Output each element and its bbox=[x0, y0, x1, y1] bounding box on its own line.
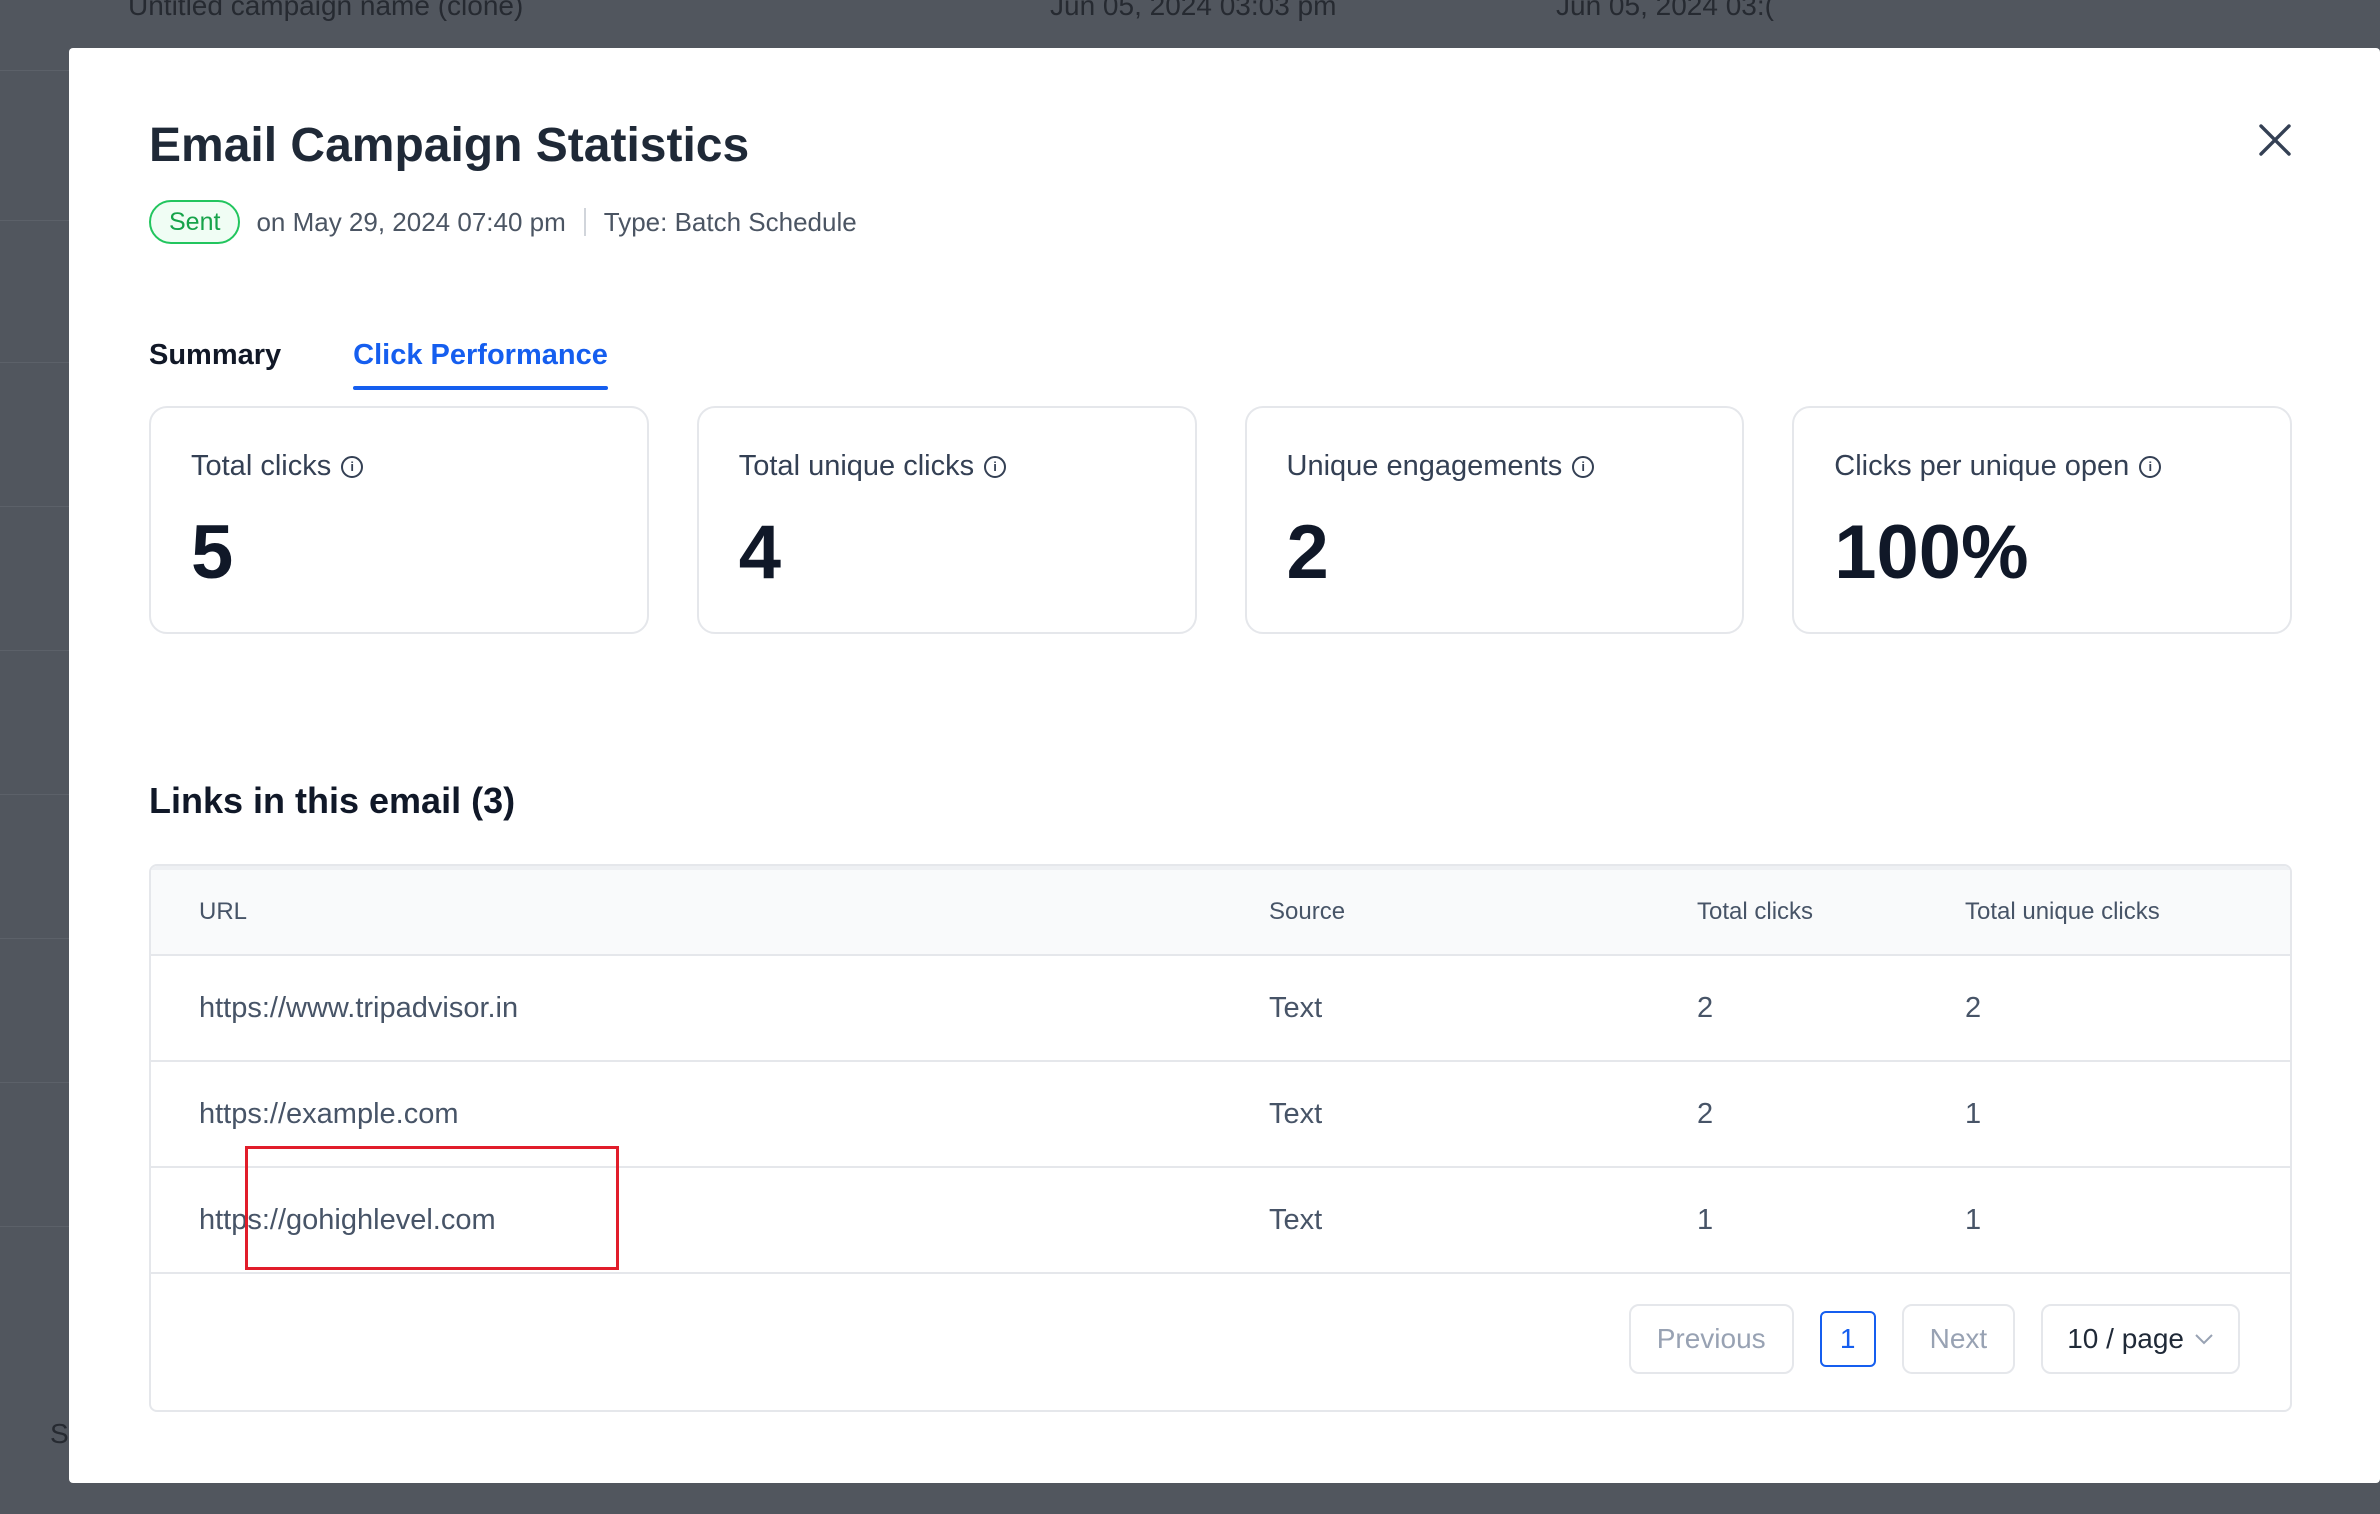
campaign-type: Type: Batch Schedule bbox=[603, 206, 857, 237]
stat-value: 2 bbox=[1286, 510, 1329, 595]
total-clicks-cell: 1 bbox=[1697, 1203, 1714, 1236]
table-row: https://www.tripadvisor.in Text 2 2 bbox=[151, 956, 2290, 1062]
next-page-button[interactable]: Next bbox=[1901, 1304, 2016, 1374]
stat-label-text: Unique engagements bbox=[1286, 450, 1563, 482]
source-cell: Text bbox=[1269, 991, 1323, 1024]
links-heading: Links in this email (3) bbox=[149, 780, 516, 821]
stat-card-total-unique-clicks: Total unique clicks i 4 bbox=[696, 406, 1197, 634]
url-cell[interactable]: https://www.tripadvisor.in bbox=[199, 992, 518, 1025]
bg-campaign-title: Untitled campaign name (clone) bbox=[128, 0, 524, 21]
stat-value: 100% bbox=[1834, 510, 2029, 595]
url-cell[interactable]: https://example.com bbox=[199, 1098, 459, 1131]
info-icon[interactable]: i bbox=[2139, 455, 2162, 478]
tab-bar: Summary Click Performance bbox=[149, 320, 608, 390]
stat-value: 5 bbox=[191, 510, 234, 595]
unique-clicks-cell: 1 bbox=[1965, 1097, 1982, 1130]
page-number-button[interactable]: 1 bbox=[1819, 1311, 1876, 1367]
close-icon bbox=[2259, 124, 2291, 156]
close-button[interactable] bbox=[2247, 112, 2303, 168]
tab-summary[interactable]: Summary bbox=[149, 320, 281, 390]
highlight-annotation bbox=[245, 1146, 619, 1270]
stat-card-unique-engagements: Unique engagements i 2 bbox=[1244, 406, 1745, 634]
links-table: URL Source Total clicks Total unique cli… bbox=[149, 864, 2292, 1412]
stat-card-clicks-per-unique-open: Clicks per unique open i 100% bbox=[1792, 406, 2292, 634]
table-header: URL Source Total clicks Total unique cli… bbox=[151, 866, 2290, 956]
stat-label-text: Total unique clicks bbox=[738, 450, 975, 482]
header-source: Source bbox=[1269, 898, 1346, 925]
modal-title: Email Campaign Statistics bbox=[149, 119, 750, 172]
status-badge: Sent bbox=[149, 200, 241, 244]
stat-label: Clicks per unique open i bbox=[1834, 450, 2250, 483]
chevron-down-icon bbox=[2195, 1334, 2213, 1345]
meta-divider bbox=[583, 208, 586, 236]
total-clicks-cell: 2 bbox=[1697, 991, 1714, 1024]
stat-card-total-clicks: Total clicks i 5 bbox=[149, 406, 649, 634]
stats-cards: Total clicks i 5 Total unique clicks i 4… bbox=[149, 406, 2292, 634]
bg-corner-text: S bbox=[50, 1418, 69, 1449]
campaign-meta: Sent on May 29, 2024 07:40 pm Type: Batc… bbox=[149, 200, 857, 244]
info-icon[interactable]: i bbox=[1572, 455, 1595, 478]
bg-campaign-date-2: Jun 05, 2024 03:( bbox=[1556, 0, 1774, 21]
stat-label: Total unique clicks i bbox=[739, 450, 1155, 483]
header-total-clicks: Total clicks bbox=[1697, 898, 1814, 925]
stat-label: Total clicks i bbox=[191, 450, 607, 483]
pagination: Previous 1 Next 10 / page bbox=[1628, 1304, 2240, 1374]
stat-label-text: Total clicks bbox=[191, 450, 332, 482]
unique-clicks-cell: 2 bbox=[1965, 991, 1982, 1024]
header-url: URL bbox=[199, 898, 248, 925]
stat-label-text: Clicks per unique open bbox=[1834, 450, 2130, 482]
previous-page-button[interactable]: Previous bbox=[1628, 1304, 1794, 1374]
info-icon[interactable]: i bbox=[984, 455, 1007, 478]
page-size-select[interactable]: 10 / page bbox=[2041, 1304, 2240, 1374]
unique-clicks-cell: 1 bbox=[1965, 1203, 1982, 1236]
bg-campaign-date: Jun 05, 2024 03:03 pm bbox=[1050, 0, 1337, 21]
campaign-statistics-modal: Email Campaign Statistics Sent on May 29… bbox=[69, 48, 2380, 1483]
total-clicks-cell: 2 bbox=[1697, 1097, 1714, 1130]
source-cell: Text bbox=[1269, 1097, 1323, 1130]
tab-click-performance[interactable]: Click Performance bbox=[353, 320, 608, 390]
source-cell: Text bbox=[1269, 1203, 1323, 1236]
info-icon[interactable]: i bbox=[341, 455, 364, 478]
header-total-unique-clicks: Total unique clicks bbox=[1965, 898, 2160, 925]
page-size-value: 10 / page bbox=[2067, 1323, 2184, 1354]
stat-value: 4 bbox=[738, 510, 782, 595]
sent-date: on May 29, 2024 07:40 pm bbox=[256, 206, 566, 237]
stat-label: Unique engagements i bbox=[1287, 450, 1703, 483]
